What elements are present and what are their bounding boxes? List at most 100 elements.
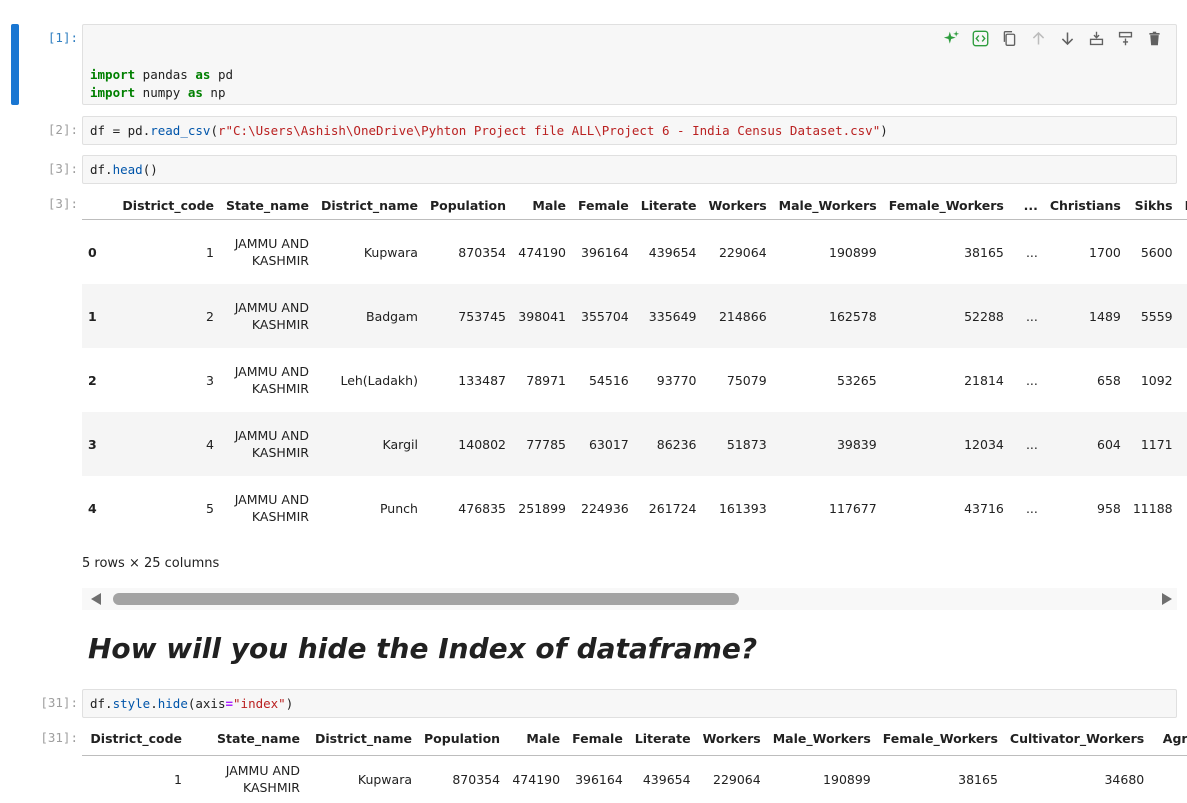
table-cell: 1171 — [1140, 436, 1173, 452]
arrow-down-icon[interactable] — [1053, 28, 1082, 48]
table-cell: 66 — [1179, 220, 1187, 285]
code-token: import — [90, 85, 136, 100]
table-cell: Kupwara — [363, 244, 418, 260]
cell-31-prompt: [31]: — [40, 695, 78, 710]
cell-31-editor[interactable]: df.style.hide(axis="index") — [82, 689, 1177, 718]
table-cell: ... — [1025, 436, 1038, 452]
column-header: District_code — [82, 722, 188, 756]
table-cell: 224936 — [581, 500, 629, 516]
code-icon[interactable] — [966, 28, 995, 48]
table-cell: JAMMU AND KASHMIR — [234, 300, 309, 332]
table-cell: 439654 — [648, 244, 697, 260]
table-cell: 1092 — [1140, 372, 1173, 388]
table-cell: 75079 — [726, 372, 767, 388]
table-cell: 162578 — [829, 308, 877, 324]
table-cell: 396164 — [575, 771, 623, 787]
table-cell: 117677 — [829, 500, 877, 516]
table-cell: 54516 — [588, 372, 629, 388]
copy-icon[interactable] — [995, 28, 1024, 48]
table-cell: 1 — [174, 771, 182, 787]
code-token: ) — [880, 123, 888, 138]
code-token: ) — [285, 696, 294, 711]
table-cell: 5600 — [1140, 244, 1173, 260]
table-cell: 83 — [1179, 476, 1187, 540]
code-token: as — [187, 85, 203, 100]
table-cell: 474190 — [512, 771, 561, 787]
table-cell: 229064 — [718, 244, 767, 260]
table-cell: 474190 — [518, 244, 567, 260]
table-cell: 335649 — [648, 308, 697, 324]
table-cell: 11188 — [1132, 500, 1173, 516]
column-header: Female — [566, 722, 629, 756]
table-row: 3 4 JAMMU AND KASHMIR Kargil 140802 77785 6301… — [82, 412, 1187, 476]
column-header: Buddhists — [1178, 191, 1187, 220]
table-cell: 1 — [206, 244, 214, 260]
table-cell: 2 — [206, 308, 214, 324]
cell-3-editor[interactable]: df.head() — [82, 155, 1177, 184]
column-header: District_name — [314, 191, 424, 220]
delete-icon[interactable] — [1140, 28, 1169, 48]
table-cell: 604 — [1097, 436, 1121, 452]
column-header: Workers — [696, 722, 767, 756]
table-cell: 5 — [206, 500, 214, 516]
column-header: Female_Workers — [882, 191, 1010, 220]
arrow-up-icon[interactable] — [1024, 28, 1053, 48]
code-token: import — [90, 103, 135, 104]
table-row: 0 1 JAMMU AND KASHMIR Kupwara 870354 474190 39… — [82, 220, 1187, 285]
code-line: import numpy as np — [90, 84, 1169, 102]
table-row: 4 5 JAMMU AND KASHMIR Punch 476835 251899 2249… — [82, 476, 1187, 540]
column-header — [82, 191, 114, 220]
column-header: ... — [1009, 191, 1044, 220]
column-header: Literate — [634, 191, 703, 220]
row-index: 4 — [88, 500, 97, 516]
code-token: import — [90, 67, 136, 82]
table-cell: 47 — [1179, 284, 1187, 348]
row-index: 0 — [88, 244, 97, 260]
cell-2-editor[interactable]: df = pd.read_csv(r"C:\Users\Ashish\OneDr… — [82, 116, 1177, 145]
column-header: State_name — [188, 722, 306, 756]
column-header: Population — [418, 722, 507, 756]
insert-below-icon[interactable] — [1111, 28, 1140, 48]
styled-dataframe-output: District_code State_name District_name Popu… — [82, 722, 1187, 803]
column-header: Workers — [702, 191, 773, 220]
table-cell: Kargil — [382, 436, 418, 452]
scrollbar-thumb[interactable] — [113, 593, 739, 605]
table-cell: ... — [1025, 308, 1038, 324]
column-header: Male_Workers — [772, 191, 883, 220]
table-cell: 20126 — [1179, 412, 1187, 476]
horizontal-scrollbar[interactable] — [82, 588, 1177, 610]
column-header: Cultivator_Workers — [1003, 722, 1151, 756]
table-cell: ... — [1025, 244, 1038, 260]
scroll-left-icon[interactable] — [91, 593, 101, 605]
code-token: ( — [210, 123, 218, 138]
table-cell — [1150, 756, 1187, 803]
table-cell: 658 — [1097, 372, 1121, 388]
table-cell: 38165 — [964, 244, 1004, 260]
column-header: Christians — [1043, 191, 1127, 220]
table-cell: 214866 — [718, 308, 767, 324]
column-header: Male — [512, 191, 573, 220]
cell-toolbar — [937, 28, 1169, 48]
insert-above-icon[interactable] — [1082, 28, 1111, 48]
code-line: import matplotlib.pyplot as plt — [90, 102, 1169, 104]
table-row: 2 3 JAMMU AND KASHMIR Leh(Ladakh) 133487 7897… — [82, 348, 1187, 412]
scroll-right-icon[interactable] — [1162, 593, 1172, 605]
code-token: np — [202, 85, 226, 100]
code-token: (axis — [187, 696, 226, 711]
cell-3-prompt: [3]: — [47, 161, 78, 176]
table-cell: 355704 — [581, 308, 629, 324]
row-index: 3 — [88, 436, 97, 452]
table-cell: 86236 — [656, 436, 697, 452]
table-cell: 140802 — [458, 436, 507, 452]
table-cell: 870354 — [458, 244, 507, 260]
code-token: numpy — [135, 85, 188, 100]
column-header: Female_Workers — [876, 722, 1004, 756]
styled-dataframe-table: District_code State_name District_name Popu… — [82, 722, 1187, 802]
dataframe-table: District_code State_name District_name Popu… — [82, 191, 1187, 540]
column-header: District_name — [306, 722, 418, 756]
sparkle-icon[interactable] — [937, 28, 966, 48]
table-cell: 870354 — [452, 771, 501, 787]
table-cell: 77785 — [526, 436, 567, 452]
code-token: style — [112, 696, 151, 711]
table-cell: Badgam — [366, 308, 418, 324]
